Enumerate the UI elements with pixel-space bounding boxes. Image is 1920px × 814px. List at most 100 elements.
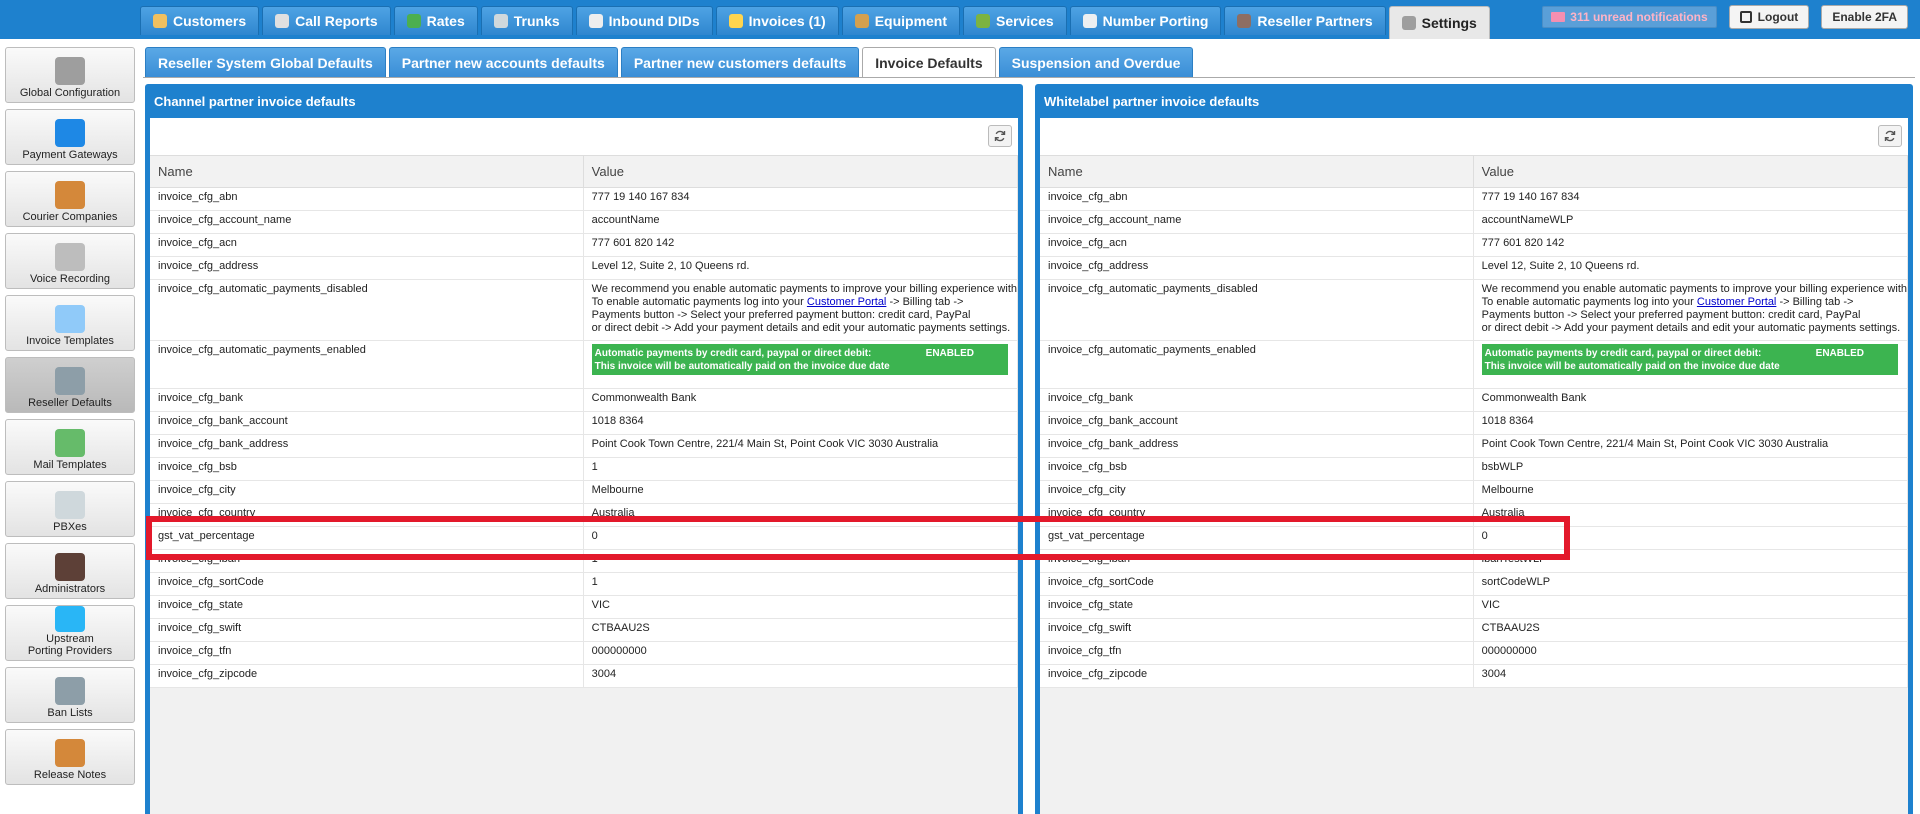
name-column-header[interactable]: Name [1040, 156, 1474, 188]
table-row[interactable]: invoice_cfg_acn 777 601 820 142 [1040, 233, 1909, 257]
setting-value: 0 [583, 526, 1019, 550]
table-row[interactable]: invoice_cfg_iban 1 [150, 549, 1019, 573]
panel-title: Whitelabel partner invoice defaults [1044, 93, 1260, 109]
table-row[interactable]: invoice_cfg_swift CTBAAU2S [150, 618, 1019, 642]
table-row[interactable]: invoice_cfg_country Australia [1040, 503, 1909, 527]
value-column-header[interactable]: Value [583, 156, 1019, 188]
table-row[interactable]: invoice_cfg_bank_account 1018 8364 [1040, 411, 1909, 435]
sidebar-item-reseller-defaults[interactable]: Reseller Defaults [5, 357, 135, 413]
sidebar-item-courier-companies[interactable]: Courier Companies [5, 171, 135, 227]
setting-value: accountNameWLP [1473, 210, 1909, 234]
logout-button[interactable]: Logout [1728, 5, 1810, 29]
table-row[interactable]: invoice_cfg_bank Commonwealth Bank [1040, 388, 1909, 412]
table-row[interactable]: invoice_cfg_automatic_payments_disabled W… [1040, 279, 1909, 341]
setting-name: invoice_cfg_zipcode [150, 664, 584, 688]
table-row[interactable]: invoice_cfg_state VIC [1040, 595, 1909, 619]
setting-name: invoice_cfg_bank_account [1040, 411, 1474, 435]
table-row[interactable]: invoice_cfg_iban ibanTestWLP [1040, 549, 1909, 573]
setting-value: We recommend you enable automatic paymen… [1473, 279, 1909, 341]
setting-name: invoice_cfg_bank_account [150, 411, 584, 435]
table-row[interactable]: invoice_cfg_tfn 000000000 [150, 641, 1019, 665]
nav-tab-rates[interactable]: Rates [393, 6, 478, 35]
nav-tab-equipment[interactable]: Equipment [841, 6, 961, 35]
sidebar-item-mail-templates[interactable]: Mail Templates [5, 419, 135, 475]
name-column-header[interactable]: Name [150, 156, 584, 188]
table-row[interactable]: invoice_cfg_bsb bsbWLP [1040, 457, 1909, 481]
enabled-box-line2: This invoice will be automatically paid … [594, 360, 890, 372]
refresh-button[interactable] [988, 125, 1012, 147]
table-row[interactable]: invoice_cfg_zipcode 3004 [1040, 664, 1909, 688]
tab-partner-new-accounts-defaults[interactable]: Partner new accounts defaults [388, 47, 618, 77]
value-column-header[interactable]: Value [1473, 156, 1909, 188]
tab-invoice-defaults[interactable]: Invoice Defaults [862, 47, 996, 78]
table-row[interactable]: invoice_cfg_automatic_payments_enabled Au… [1040, 340, 1909, 389]
table-row[interactable]: invoice_cfg_city Melbourne [1040, 480, 1909, 504]
notifications-button[interactable]: 311 unread notifications [1542, 6, 1717, 28]
setting-value: 000000000 [1473, 641, 1909, 665]
table-row[interactable]: invoice_cfg_sortCode 1 [150, 572, 1019, 596]
table-row[interactable]: gst_vat_percentage 0 [1040, 526, 1909, 550]
table-row[interactable]: invoice_cfg_automatic_payments_disabled W… [150, 279, 1019, 341]
table-row[interactable]: invoice_cfg_country Australia [150, 503, 1019, 527]
upstream-porting-icon [55, 606, 85, 632]
nav-tab-settings[interactable]: Settings [1388, 6, 1490, 39]
table-row[interactable]: invoice_cfg_abn 777 19 140 167 834 [150, 187, 1019, 211]
setting-name: invoice_cfg_country [150, 503, 584, 527]
sidebar-item-label: Ban Lists [47, 707, 93, 719]
setting-name: invoice_cfg_bsb [150, 457, 584, 481]
nav-tab-services[interactable]: Services [963, 6, 1067, 35]
table-row[interactable]: invoice_cfg_account_name accountName [150, 210, 1019, 234]
nav-tab-reseller-partners[interactable]: Reseller Partners [1224, 6, 1386, 35]
table-row[interactable]: invoice_cfg_automatic_payments_enabled Au… [150, 340, 1019, 389]
enable-2fa-button[interactable]: Enable 2FA [1821, 5, 1908, 29]
table-row[interactable]: invoice_cfg_address Level 12, Suite 2, 10… [150, 256, 1019, 280]
refresh-icon [994, 130, 1006, 142]
panel-body: Name Value invoice_cfg_abn 777 19 140 167 8… [150, 118, 1019, 814]
sidebar-item-payment-gateways[interactable]: Payment Gateways [5, 109, 135, 165]
nav-tab-call-reports[interactable]: Call Reports [262, 6, 391, 35]
setting-value: 1018 8364 [583, 411, 1019, 435]
table-row[interactable]: invoice_cfg_swift CTBAAU2S [1040, 618, 1909, 642]
table-row[interactable]: invoice_cfg_abn 777 19 140 167 834 [1040, 187, 1909, 211]
sidebar-item-global-configuration[interactable]: Global Configuration [5, 47, 135, 103]
table-row[interactable]: invoice_cfg_bank_account 1018 8364 [150, 411, 1019, 435]
services-icon [976, 14, 991, 28]
table-row[interactable]: invoice_cfg_city Melbourne [150, 480, 1019, 504]
sidebar-item-invoice-templates[interactable]: Invoice Templates [5, 295, 135, 351]
tab-reseller-system-global-defaults[interactable]: Reseller System Global Defaults [145, 47, 386, 77]
tab-partner-new-customers-defaults[interactable]: Partner new customers defaults [620, 47, 860, 77]
table-row[interactable]: invoice_cfg_acn 777 601 820 142 [150, 233, 1019, 257]
table-row[interactable]: invoice_cfg_sortCode sortCodeWLP [1040, 572, 1909, 596]
sidebar-item-ban-lists[interactable]: Ban Lists [5, 667, 135, 723]
sidebar-item-release-notes[interactable]: Release Notes [5, 729, 135, 785]
table-row[interactable]: invoice_cfg_bank Commonwealth Bank [150, 388, 1019, 412]
customer-portal-link[interactable]: Customer Portal [1697, 296, 1776, 308]
table-row[interactable]: invoice_cfg_bank_address Point Cook Town … [1040, 434, 1909, 458]
table-row[interactable]: invoice_cfg_address Level 12, Suite 2, 10… [1040, 256, 1909, 280]
tab-suspension-and-overdue[interactable]: Suspension and Overdue [998, 47, 1194, 77]
disabled-text-line4: or direct debit -> Add your payment deta… [591, 321, 1011, 334]
sidebar-item-administrators[interactable]: Administrators [5, 543, 135, 599]
sidebar-item-pbxes[interactable]: PBXes [5, 481, 135, 537]
table-row[interactable]: invoice_cfg_bank_address Point Cook Town … [150, 434, 1019, 458]
nav-tab-invoices-1[interactable]: Invoices (1) [715, 6, 839, 35]
sidebar-item-upstream-porting-providers[interactable]: Upstream Porting Providers [5, 605, 135, 661]
table-header-row: Name Value [1040, 156, 1909, 188]
table-row[interactable]: invoice_cfg_account_name accountNameWLP [1040, 210, 1909, 234]
table-row[interactable]: gst_vat_percentage 0 [150, 526, 1019, 550]
customer-portal-link[interactable]: Customer Portal [807, 296, 886, 308]
nav-tab-trunks[interactable]: Trunks [480, 6, 573, 35]
table-row[interactable]: invoice_cfg_state VIC [150, 595, 1019, 619]
sidebar-item-voice-recording[interactable]: Voice Recording [5, 233, 135, 289]
table-row[interactable]: invoice_cfg_zipcode 3004 [150, 664, 1019, 688]
nav-tab-customers[interactable]: Customers [140, 6, 260, 35]
nav-tab-number-porting[interactable]: Number Porting [1069, 6, 1222, 35]
setting-name: invoice_cfg_tfn [1040, 641, 1474, 665]
setting-value: Australia [1473, 503, 1909, 527]
refresh-button[interactable] [1878, 125, 1902, 147]
table-row[interactable]: invoice_cfg_bsb 1 [150, 457, 1019, 481]
panel-toolbar [1040, 118, 1908, 156]
setting-name: invoice_cfg_sortCode [150, 572, 584, 596]
table-row[interactable]: invoice_cfg_tfn 000000000 [1040, 641, 1909, 665]
nav-tab-inbound-dids[interactable]: Inbound DIDs [575, 6, 713, 35]
